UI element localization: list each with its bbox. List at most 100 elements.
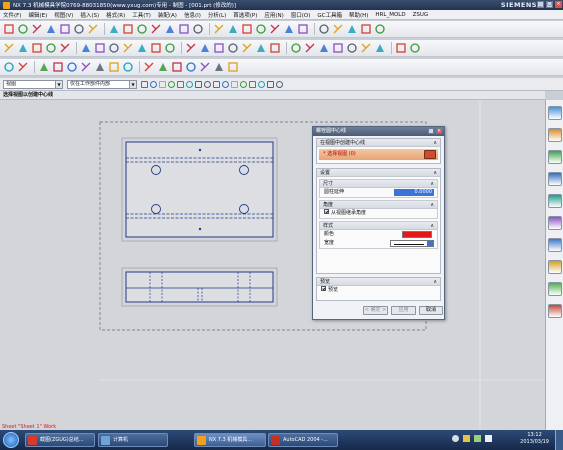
tool-icon[interactable] (164, 42, 176, 54)
snap-icon[interactable] (222, 80, 229, 88)
tool-icon[interactable] (374, 42, 386, 54)
top-view[interactable] (121, 137, 278, 242)
tool-icon[interactable] (374, 23, 386, 35)
tool-icon[interactable] (213, 23, 225, 35)
menu-item[interactable]: 信息(I) (184, 11, 201, 19)
snap-icon[interactable] (141, 80, 148, 88)
select-view-icon[interactable] (424, 150, 436, 159)
tool-icon[interactable] (122, 61, 134, 73)
cancel-button[interactable]: 取消 (419, 306, 443, 315)
tool-icon[interactable] (38, 61, 50, 73)
tool-icon[interactable] (164, 23, 176, 35)
select-view-row[interactable]: * 选择视图 (0) (319, 149, 438, 160)
tool-icon[interactable] (171, 61, 183, 73)
style-group-header[interactable]: 样式 ∧ (320, 222, 437, 230)
snap-icon[interactable] (231, 80, 238, 88)
resource-bar-icon[interactable] (548, 238, 562, 252)
tool-icon[interactable] (52, 61, 64, 73)
tool-icon[interactable] (346, 42, 358, 54)
circle-extension-input[interactable]: 0.0000 (394, 189, 434, 196)
taskbar-item-screenshot[interactable]: 截图(ZGUG)总结... (25, 433, 95, 447)
taskbar-item-nx[interactable]: NX 7.3 机械模具... (194, 433, 266, 447)
tool-icon[interactable] (213, 61, 225, 73)
clock[interactable]: 13:12 2013/03/19 (520, 432, 549, 446)
resource-bar-icon[interactable] (548, 304, 562, 318)
snap-icon[interactable] (276, 80, 283, 88)
angle-group-header[interactable]: 角度 ∧ (320, 201, 437, 209)
tool-icon[interactable] (122, 42, 134, 54)
dialog-close-button[interactable]: × (436, 128, 442, 134)
menu-item[interactable]: HRL_MOLD (375, 12, 405, 18)
tool-icon[interactable] (122, 23, 134, 35)
tool-icon[interactable] (87, 23, 99, 35)
preview-row[interactable]: 预览 (317, 286, 440, 295)
menu-item[interactable]: 插入(S) (80, 11, 99, 19)
menu-item[interactable]: 格式(R) (106, 11, 125, 19)
volume-icon[interactable] (485, 435, 492, 442)
size-group-header[interactable]: 尺寸 ∧ (320, 180, 437, 188)
snap-icon[interactable] (249, 80, 256, 88)
tool-icon[interactable] (136, 42, 148, 54)
tool-icon[interactable] (150, 42, 162, 54)
start-button[interactable] (3, 432, 19, 448)
show-desktop-button[interactable] (555, 430, 563, 450)
tool-icon[interactable] (192, 23, 204, 35)
apply-button[interactable]: 应用 (391, 306, 416, 315)
tool-icon[interactable] (3, 61, 15, 73)
view-section-header[interactable]: 在视图中创建中心线 ∧ (317, 139, 440, 147)
tool-icon[interactable] (94, 61, 106, 73)
resource-bar-icon[interactable] (548, 260, 562, 274)
tool-icon[interactable] (45, 23, 57, 35)
network-icon[interactable] (474, 435, 481, 442)
color-swatch[interactable] (402, 231, 432, 238)
menu-item[interactable]: 应用(N) (264, 11, 283, 19)
resource-bar-icon[interactable] (548, 194, 562, 208)
close-button[interactable]: × (555, 1, 562, 8)
line-width-dropdown[interactable] (390, 240, 434, 247)
tool-icon[interactable] (108, 61, 120, 73)
menu-item[interactable]: 帮助(H) (349, 11, 368, 19)
snap-icon[interactable] (177, 80, 184, 88)
tool-icon[interactable] (80, 42, 92, 54)
tool-icon[interactable] (227, 61, 239, 73)
menu-item[interactable]: 工具(T) (132, 11, 151, 19)
tool-icon[interactable] (17, 23, 29, 35)
snap-icon[interactable] (258, 80, 265, 88)
resource-bar-icon[interactable] (548, 106, 562, 120)
tool-icon[interactable] (199, 42, 211, 54)
tool-icon[interactable] (59, 23, 71, 35)
reset-icon[interactable] (428, 128, 434, 134)
menu-item[interactable]: 窗口(O) (291, 11, 311, 19)
tool-icon[interactable] (332, 23, 344, 35)
menu-item[interactable]: 文件(F) (3, 11, 21, 19)
tool-icon[interactable] (283, 23, 295, 35)
preview-checkbox[interactable] (321, 286, 326, 291)
front-view[interactable] (121, 267, 278, 307)
snap-icon[interactable] (240, 80, 247, 88)
menu-item[interactable]: 分析(L) (208, 11, 226, 19)
tool-icon[interactable] (108, 23, 120, 35)
snap-icon[interactable] (159, 80, 166, 88)
minimize-button[interactable]: _ (537, 1, 544, 8)
tool-icon[interactable] (31, 42, 43, 54)
tool-icon[interactable] (269, 23, 281, 35)
tool-icon[interactable] (255, 23, 267, 35)
preview-header[interactable]: 预览 ∧ (317, 278, 440, 286)
tool-icon[interactable] (45, 42, 57, 54)
tool-icon[interactable] (227, 42, 239, 54)
tool-icon[interactable] (255, 42, 267, 54)
menu-item[interactable]: 视图(V) (54, 11, 73, 19)
menu-item[interactable]: ZSUG (413, 12, 429, 18)
tool-icon[interactable] (360, 23, 372, 35)
tool-icon[interactable] (297, 23, 309, 35)
tool-icon[interactable] (17, 61, 29, 73)
tool-icon[interactable] (185, 61, 197, 73)
snap-icon[interactable] (204, 80, 211, 88)
tool-icon[interactable] (150, 23, 162, 35)
tool-icon[interactable] (157, 61, 169, 73)
tool-icon[interactable] (59, 42, 71, 54)
selection-scope-dropdown[interactable]: 仅在工作部件内部 ▼ (67, 79, 137, 89)
snap-icon[interactable] (168, 80, 175, 88)
menu-item[interactable]: 首选项(P) (233, 11, 257, 19)
menu-item[interactable]: 装配(A) (158, 11, 177, 19)
